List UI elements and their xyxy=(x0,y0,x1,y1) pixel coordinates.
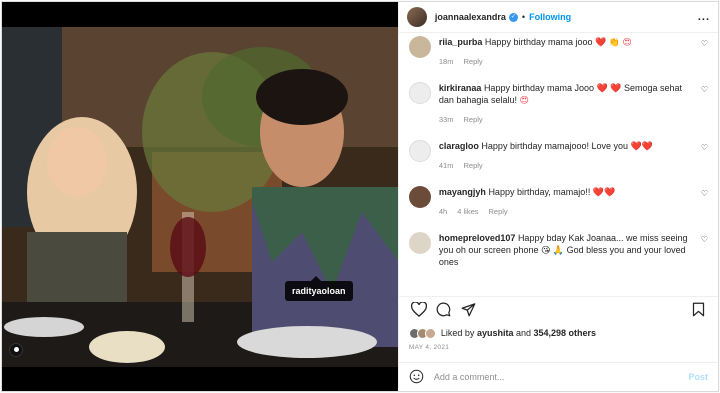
share-send-icon[interactable] xyxy=(459,300,479,320)
comment-emoji: ❤️ ❤️ xyxy=(596,83,622,93)
reply-button[interactable]: Reply xyxy=(463,57,482,66)
commenter-avatar[interactable] xyxy=(408,186,431,208)
likes-count[interactable]: 354,298 others xyxy=(534,328,597,338)
reply-button[interactable]: Reply xyxy=(463,161,482,170)
comment-username[interactable]: homepreloved107 xyxy=(439,233,516,243)
liker-username[interactable]: ayushita xyxy=(477,328,514,338)
like-comment-icon[interactable]: ♡ xyxy=(701,189,708,198)
verified-badge-icon: ✓ xyxy=(508,12,518,22)
header-separator: • xyxy=(521,12,526,22)
commenter-avatar[interactable] xyxy=(408,36,431,58)
like-comment-icon[interactable]: ♡ xyxy=(701,235,708,244)
add-comment-input[interactable]: Add a comment... xyxy=(434,372,689,382)
commenter-avatar[interactable] xyxy=(408,140,431,162)
comment-text: Happy birthday mamajooo! Love you xyxy=(481,141,629,151)
liker-avatar xyxy=(424,327,436,339)
reply-button[interactable]: Reply xyxy=(489,207,508,216)
like-comment-icon[interactable]: ♡ xyxy=(701,143,708,152)
comment-likes[interactable]: 4 likes xyxy=(457,207,478,216)
comment-time[interactable]: 41m xyxy=(439,161,454,170)
comments-list[interactable]: riia_purba Happy birthday mama jooo ❤️ 👏… xyxy=(399,33,718,296)
post-sidebar: joannaalexandra ✓ • Following ... riia_p… xyxy=(397,2,718,391)
comment-emoji: ❤️❤️ xyxy=(630,141,653,151)
likes-summary: Liked by ayushita and 354,298 others xyxy=(399,322,718,344)
comment-item: riia_purba Happy birthday mama jooo ❤️ 👏… xyxy=(408,36,710,68)
comment-username[interactable]: riia_purba xyxy=(439,37,483,47)
comment-emoji: ❤️❤️ xyxy=(592,187,616,197)
comment-text: Happy birthday mama Jooo xyxy=(483,83,594,93)
post-photo[interactable]: radityaoloan xyxy=(2,2,398,391)
like-comment-icon[interactable]: ♡ xyxy=(701,85,708,94)
like-comment-icon[interactable]: ♡ xyxy=(701,39,708,48)
bookmark-icon[interactable] xyxy=(688,300,708,320)
post-actions xyxy=(398,296,718,322)
comment-time[interactable]: 18m xyxy=(439,57,454,66)
post-header: joannaalexandra ✓ • Following ... xyxy=(398,2,718,33)
comment-time[interactable]: 33m xyxy=(439,115,454,124)
reply-button[interactable]: Reply xyxy=(463,115,482,124)
add-comment-bar: Add a comment... Post xyxy=(398,362,718,391)
comment-text: Happy birthday mama jooo xyxy=(484,37,593,47)
likes-and: and xyxy=(515,328,531,338)
comment-item: claragloo Happy birthday mamajooo! Love … xyxy=(408,140,710,172)
instagram-post: radityaoloan joannaalexandra ✓ • Followi… xyxy=(1,1,719,392)
comment-item: homepreloved107 Happy bday Kak Joanaa...… xyxy=(408,232,710,268)
more-options-icon[interactable]: ... xyxy=(698,11,710,23)
comment-item: mayangjyh Happy birthday, mamajo!! ❤️❤️ … xyxy=(408,186,710,218)
comment-username[interactable]: mayangjyh xyxy=(439,187,486,197)
comment-bubble-icon[interactable] xyxy=(434,300,454,320)
comment-text: Happy birthday, mamajo!! xyxy=(488,187,591,197)
comment-username[interactable]: claragloo xyxy=(439,141,479,151)
emoji-smiley-icon[interactable] xyxy=(409,369,424,386)
post-comment-button[interactable]: Post xyxy=(688,372,708,382)
comment-item: kirkiranaa Happy birthday mama Jooo ❤️ ❤… xyxy=(408,82,710,126)
like-heart-icon[interactable] xyxy=(409,300,429,320)
author-avatar[interactable] xyxy=(406,7,427,27)
liked-by-label: Liked by xyxy=(440,328,475,338)
post-date[interactable]: MAY 4, 2021 xyxy=(399,344,718,358)
following-button[interactable]: Following xyxy=(529,12,571,22)
photo-image xyxy=(2,2,398,391)
comment-username[interactable]: kirkiranaa xyxy=(439,83,482,93)
tagged-user-icon[interactable] xyxy=(9,343,23,357)
author-username[interactable]: joannaalexandra xyxy=(435,12,506,22)
commenter-avatar[interactable] xyxy=(408,232,431,254)
user-tag[interactable]: radityaoloan xyxy=(285,276,353,301)
comment-emoji-2: 😍 xyxy=(519,95,529,105)
commenter-avatar[interactable] xyxy=(408,82,431,104)
comment-emoji: 😘 🙏 xyxy=(540,245,565,255)
comment-time[interactable]: 4h xyxy=(439,207,447,216)
comment-emoji: ❤️ 👏 😍 xyxy=(595,37,632,47)
